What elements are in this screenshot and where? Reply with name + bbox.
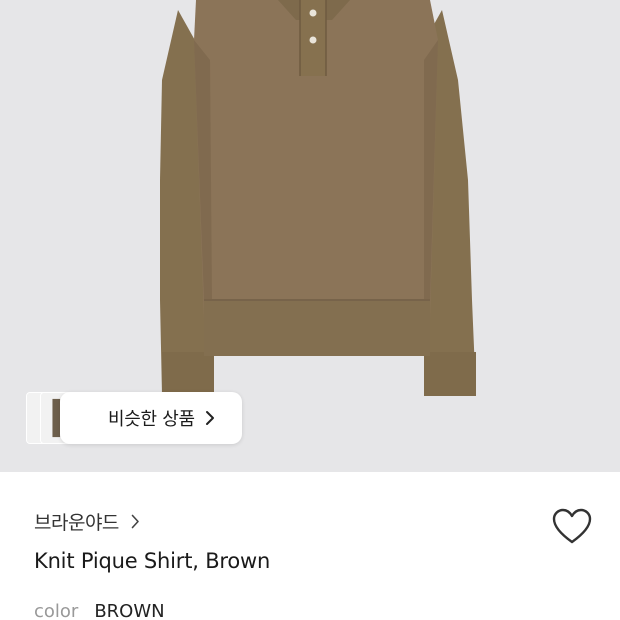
color-option: color BROWN xyxy=(34,601,165,620)
brand-name: 브라운야드 xyxy=(34,511,119,534)
product-image-area[interactable]: 비슷한 상품 xyxy=(0,0,620,472)
brand-link[interactable]: 브라운야드 xyxy=(34,508,140,534)
chevron-right-icon xyxy=(131,514,139,528)
similar-products-pill[interactable]: 비슷한 상품 xyxy=(60,392,242,444)
product-info: 브라운야드 Knit Pique Shirt, Brown color BROW… xyxy=(0,472,620,620)
color-value: BROWN xyxy=(94,601,165,620)
color-label: color xyxy=(34,601,79,620)
product-title: Knit Pique Shirt, Brown xyxy=(34,549,271,573)
chevron-right-icon xyxy=(205,411,214,425)
heart-outline-icon xyxy=(552,508,592,544)
wishlist-button[interactable] xyxy=(552,508,592,546)
similar-products-button[interactable]: 비슷한 상품 xyxy=(26,392,242,444)
similar-products-label: 비슷한 상품 xyxy=(108,409,195,430)
